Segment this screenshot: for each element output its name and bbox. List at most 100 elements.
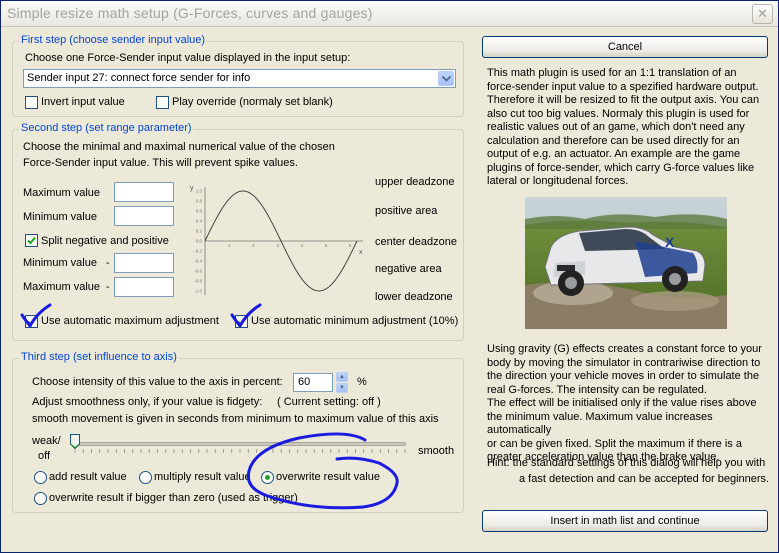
graph-x-tick-label: 4 bbox=[301, 243, 304, 248]
gravity-description: Using gravity (G) effects creates a cons… bbox=[487, 343, 778, 465]
insert-math-button-label: Insert in math list and continue bbox=[550, 515, 700, 527]
sender-input-value: Sender input 27: connect force sender fo… bbox=[27, 72, 251, 84]
play-override-checkbox[interactable] bbox=[156, 96, 169, 109]
graph-y-tick-label: 0.2 bbox=[196, 229, 203, 234]
zone-upper-deadzone: upper deadzone bbox=[375, 176, 455, 188]
annotation-check-mark bbox=[230, 303, 262, 328]
info-line: This math plugin is used for an 1:1 tran… bbox=[487, 67, 737, 79]
max-value-input[interactable] bbox=[114, 182, 174, 202]
gravity-line: Using gravity (G) effects creates a cons… bbox=[487, 343, 762, 355]
chevron-down-icon bbox=[441, 75, 451, 82]
cancel-button[interactable]: Cancel bbox=[482, 36, 768, 58]
invert-input-label: Invert input value bbox=[41, 96, 125, 108]
radio-multiply-result[interactable] bbox=[139, 471, 152, 484]
gravity-line: real G-forces. The intensity can be regu… bbox=[487, 383, 707, 396]
title-bar: Simple resize math setup (G-Forces, curv… bbox=[1, 1, 778, 27]
graph-x-ticks: 1 2 3 4 5 6 bbox=[228, 243, 352, 248]
graph-x-tick-label: 1 bbox=[228, 243, 231, 248]
window-title: Simple resize math setup (G-Forces, curv… bbox=[7, 5, 373, 21]
max-value-label: Maximum value bbox=[23, 187, 101, 199]
intensity-spin-down[interactable]: ▼ bbox=[336, 383, 348, 393]
graph-y-tick-label: -0.4 bbox=[194, 259, 202, 264]
info-line: plugins of force-sender, which carry G-f… bbox=[487, 161, 755, 174]
neg-max-value-label: Maximum value bbox=[23, 281, 101, 293]
graph-y-tick-label: 0.0 bbox=[196, 239, 203, 244]
info-line: Therefore it will be resized to fit the … bbox=[487, 94, 760, 106]
invert-input-checkbox[interactable] bbox=[25, 96, 38, 109]
graph-y-tick-label: 1.0 bbox=[196, 189, 203, 194]
gravity-line: the direction your vehicle moves in orde… bbox=[487, 370, 760, 382]
close-button[interactable]: ✕ bbox=[752, 4, 773, 24]
gravity-line: body by moving the simulator in contrari… bbox=[487, 356, 761, 369]
graph-y-tick-label: -1.0 bbox=[194, 289, 202, 294]
svg-text:X: X bbox=[665, 234, 675, 250]
dialog-window: Simple resize math setup (G-Forces, curv… bbox=[0, 0, 779, 553]
neg-min-value-input[interactable] bbox=[114, 253, 174, 273]
step1-group: First step (choose sender input value) C… bbox=[12, 34, 464, 117]
info-line: also cut too big values. Normaly this pl… bbox=[487, 107, 750, 120]
graph-y-tick-label: -0.2 bbox=[194, 249, 202, 254]
graph-x-label: x bbox=[359, 249, 363, 256]
graph-y-tick-label: 0.8 bbox=[196, 199, 203, 204]
info-line: output of e.g. an actuator. An example a… bbox=[487, 148, 741, 160]
annotation-circle bbox=[246, 432, 399, 510]
auto-min-label: Use automatic minimum adjustment (10%) bbox=[251, 315, 459, 327]
annotation-check-mark bbox=[20, 303, 52, 328]
graph-y-label: y bbox=[190, 185, 194, 192]
info-line: lateral or longitudenal forces. bbox=[487, 175, 629, 187]
auto-max-label: Use automatic maximum adjustment bbox=[41, 315, 219, 327]
graph-x-tick-label: 2 bbox=[252, 243, 255, 248]
sender-input-combo[interactable]: Sender input 27: connect force sender fo… bbox=[23, 69, 456, 88]
zone-center-deadzone: center deadzone bbox=[375, 236, 457, 248]
step1-instruction: Choose one Force-Sender input value disp… bbox=[25, 52, 351, 64]
neg-max-dash: - bbox=[106, 281, 110, 293]
radio-overwrite-bigger[interactable] bbox=[34, 492, 47, 505]
graph-x-tick-label: 6 bbox=[349, 243, 352, 248]
smooth-label: smooth bbox=[418, 445, 455, 457]
weak-label: weak/ bbox=[32, 435, 61, 447]
intensity-value: 60 bbox=[298, 376, 311, 388]
zone-positive-area: positive area bbox=[375, 205, 438, 217]
step2-desc-line1: Choose the minimal and maximal numerical… bbox=[23, 141, 335, 153]
gravity-line: or can be given fixed. Split the maximum… bbox=[487, 437, 742, 450]
info-line: calculation and therefore can be used di… bbox=[487, 134, 740, 147]
step2-legend: Second step (set range parameter) bbox=[19, 122, 194, 134]
off-label: off bbox=[38, 450, 51, 462]
intensity-spin-up[interactable]: ▲ bbox=[336, 372, 348, 382]
info-line: realistic values out of an game, which d… bbox=[487, 121, 745, 133]
slider-thumb-icon bbox=[70, 434, 80, 450]
hint-line1: Hint: the standard settings of this dial… bbox=[487, 457, 766, 469]
graph-y-ticks: 1.0 0.8 0.6 0.4 0.2 0.0 -0.2 -0.4 -0.6 -0.8 -1.0 bbox=[194, 189, 202, 294]
zone-lower-deadzone: lower deadzone bbox=[375, 291, 453, 303]
step1-legend: First step (choose sender input value) bbox=[19, 34, 208, 46]
smooth-desc-line1: Adjust smoothness only, if your value is… bbox=[32, 396, 263, 408]
step3-legend: Third step (set influence to axis) bbox=[19, 351, 179, 363]
current-setting: ( Current setting: off ) bbox=[277, 396, 381, 408]
neg-min-dash: - bbox=[106, 257, 110, 269]
slider-thumb[interactable] bbox=[70, 434, 80, 450]
min-value-input[interactable] bbox=[114, 206, 174, 226]
graph-x-tick-label: 3 bbox=[276, 243, 279, 248]
checkmark-icon bbox=[27, 236, 36, 245]
info-description: This math plugin is used for an 1:1 tran… bbox=[487, 67, 759, 189]
radio-add-result[interactable] bbox=[34, 471, 47, 484]
info-line: force-sender input value to a spezified … bbox=[487, 80, 759, 93]
neg-min-value-label: Minimum value bbox=[23, 257, 97, 269]
split-label: Split negative and positive bbox=[41, 235, 169, 247]
hint-line2: a fast detection and can be accepted for… bbox=[519, 473, 770, 485]
gravity-line: the minimum value. Maximum value increas… bbox=[487, 410, 713, 437]
graph-x-tick-label: 5 bbox=[325, 243, 328, 248]
intensity-input[interactable]: 60 bbox=[293, 373, 333, 392]
split-checkbox[interactable] bbox=[25, 234, 38, 247]
graph-y-tick-label: -0.8 bbox=[194, 279, 202, 284]
combo-dropdown-button[interactable] bbox=[438, 71, 454, 86]
sine-curve-graph: y x 1.0 0.8 0.6 0.4 0.2 0.0 -0.2 -0.4 -0.6 -0.8 -1… bbox=[190, 185, 363, 295]
graph-y-tick-label: 0.6 bbox=[196, 209, 203, 214]
rally-car-image: X bbox=[525, 197, 727, 329]
play-override-label: Play override (normaly set blank) bbox=[172, 96, 333, 108]
insert-math-button[interactable]: Insert in math list and continue bbox=[482, 510, 768, 532]
intensity-label: Choose intensity of this value to the ax… bbox=[32, 376, 283, 388]
neg-max-value-input[interactable] bbox=[114, 277, 174, 297]
percent-sign: % bbox=[357, 376, 367, 388]
graph-y-tick-label: 0.4 bbox=[196, 219, 203, 224]
